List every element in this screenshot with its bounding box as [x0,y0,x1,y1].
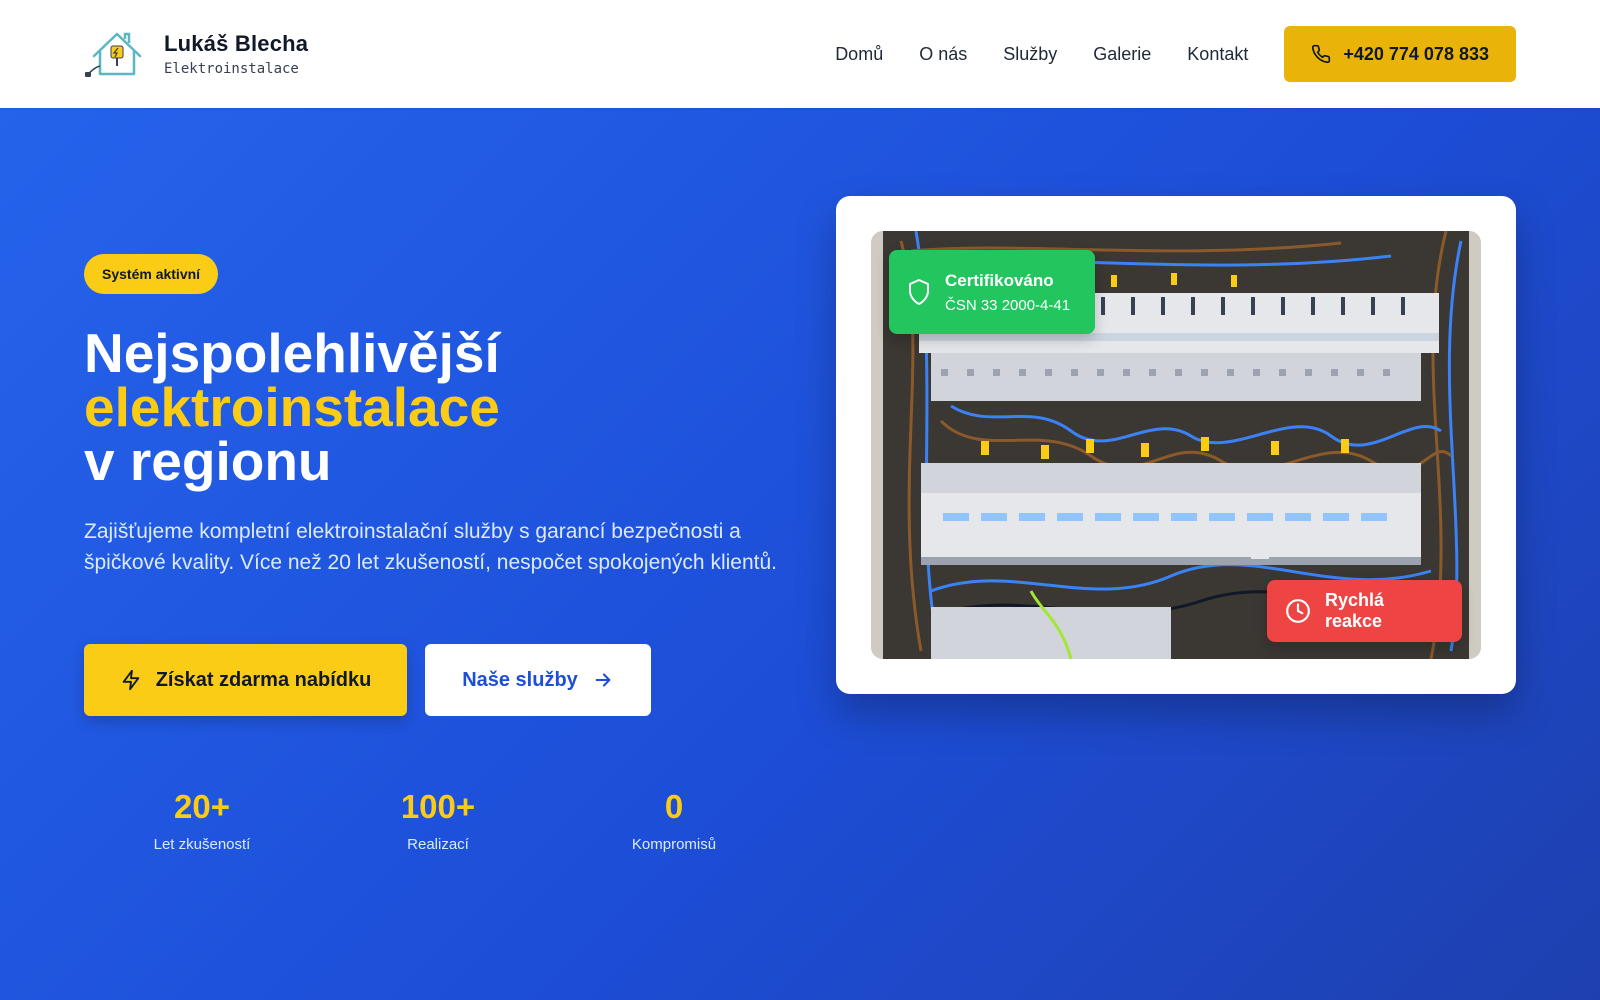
clock-icon [1286,599,1310,623]
stat-value: 0 [664,788,684,825]
quick-response-badge: Rychlá reakce [1267,580,1462,642]
stat-value: 20+ [174,788,230,825]
nav-services[interactable]: Služby [1003,44,1057,65]
main-nav: Domů O nás Služby Galerie Kontakt +420 7… [835,26,1516,82]
hero-title-line3: v regionu [84,430,332,492]
arrow-right-icon [595,673,611,687]
cert-title: Certifikováno [945,270,1054,290]
site-header: Lukáš Blecha Elektroinstalace Domů O nás… [0,0,1600,108]
lightning-icon [122,669,139,691]
stat-label: Kompromisů [631,836,717,853]
stat-experience: 20+ Let zkušeností [84,788,320,853]
hero-title-line1: Nejspolehlivější [84,322,500,384]
nav-about[interactable]: O nás [919,44,967,65]
hero-title: Nejspolehlivější elektroinstalace v regi… [84,322,500,492]
hero-lead: Zajišťujeme kompletní elektroinstalační … [84,520,777,574]
nav-home[interactable]: Domů [835,44,883,65]
our-services-button[interactable]: Naše služby [425,644,651,716]
stat-compromises: 0 Kompromisů [556,788,792,853]
stat-value: 100+ [400,788,476,825]
phone-number: +420 774 078 833 [1343,43,1489,64]
our-services-label: Naše služby [462,668,578,691]
stats: 20+ Let zkušeností 100+ Realizací 0 Komp… [84,788,792,853]
nav-gallery[interactable]: Galerie [1093,44,1151,65]
brand-name: Lukáš Blecha [164,31,309,56]
house-plug-icon [85,32,142,77]
cert-standard: ČSN 33 2000-4-41 [945,296,1071,314]
get-quote-button[interactable]: Získat zdarma nabídku [84,644,407,716]
stat-label: Let zkušeností [153,836,251,853]
phone-button[interactable]: +420 774 078 833 [1284,26,1516,82]
stat-label: Realizací [407,836,469,853]
hero-title-highlight: elektroinstalace [84,376,500,438]
phone-icon [1312,44,1331,64]
nav-contact[interactable]: Kontakt [1187,44,1248,65]
brand[interactable]: Lukáš Blecha Elektroinstalace [84,26,308,82]
get-quote-label: Získat zdarma nabídku [155,668,372,691]
brand-subtitle: Elektroinstalace [164,61,299,77]
status-badge: Systém aktivní [84,254,219,294]
certified-badge: Certifikováno ČSN 33 2000-4-41 [889,250,1095,334]
shield-icon [909,279,929,305]
quick-response-label: Rychlá reakce [1325,590,1385,631]
stat-projects: 100+ Realizací [320,788,556,853]
